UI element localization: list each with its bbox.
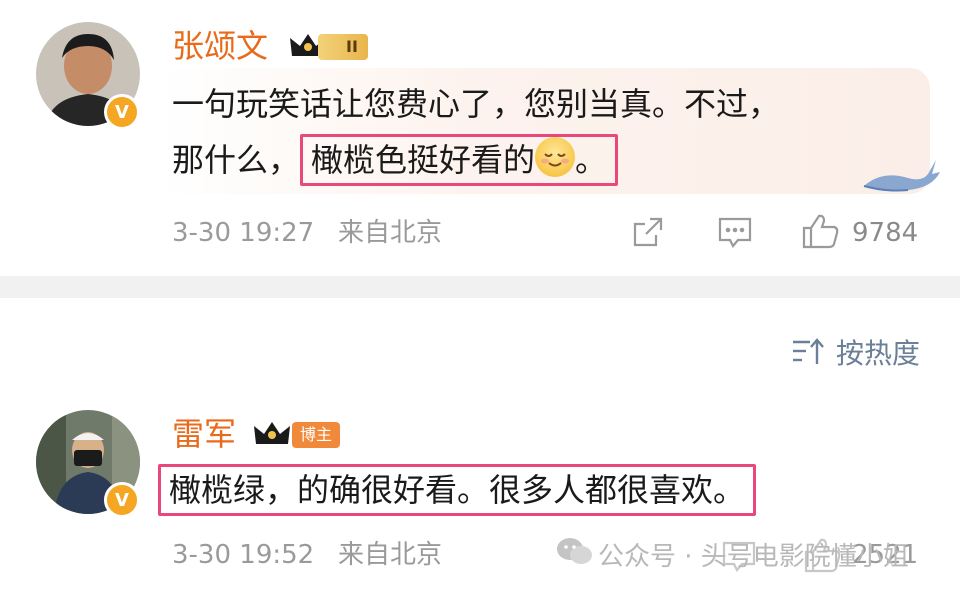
like-count: 9784	[852, 218, 919, 248]
highlight-text: 橄榄色挺好看的	[311, 141, 536, 179]
comment-text: 橄榄绿，的确很好看。很多人都很喜欢。	[158, 462, 757, 518]
highlight-text: 橄榄绿，的确很好看。很多人都很喜欢。	[169, 471, 746, 509]
watermark-text: 公众号 · 头号电影院懂小姐	[598, 542, 909, 572]
smile-emoji	[535, 137, 576, 177]
role-badge-text: 博主	[292, 422, 341, 448]
comment-icon[interactable]	[716, 214, 754, 254]
comment-text-line1: 一句玩笑话让您费心了，您别当真。不过，	[172, 85, 781, 123]
sort-icon	[790, 336, 826, 372]
verified-badge: V	[104, 482, 140, 518]
comment-author-name[interactable]: 张颂文	[172, 26, 268, 66]
like-icon[interactable]	[800, 212, 840, 254]
sort-label: 按热度	[836, 337, 921, 370]
comment-location: 来自北京	[338, 218, 443, 248]
whale-icon	[862, 152, 940, 202]
comment-author-name[interactable]: 雷军	[172, 414, 236, 454]
comment-time: 3-30 19:52	[172, 540, 315, 570]
verified-badge: V	[104, 94, 140, 130]
comment-text-line2: 那什么， 橄榄色挺好看的 。	[172, 132, 619, 188]
highlight-box: 橄榄绿，的确很好看。很多人都很喜欢。	[158, 464, 757, 516]
section-divider	[0, 276, 960, 298]
highlight-box: 橄榄色挺好看的 。	[300, 134, 619, 186]
comment-prefix: 那什么，	[172, 141, 301, 179]
comment-location: 来自北京	[338, 540, 443, 570]
level-text: II	[318, 34, 368, 60]
comment-suffix: 。	[575, 141, 608, 179]
crown-icon	[252, 420, 292, 454]
comment-time: 3-30 19:27	[172, 218, 315, 248]
wechat-icon	[556, 536, 594, 572]
share-icon[interactable]	[630, 214, 666, 254]
